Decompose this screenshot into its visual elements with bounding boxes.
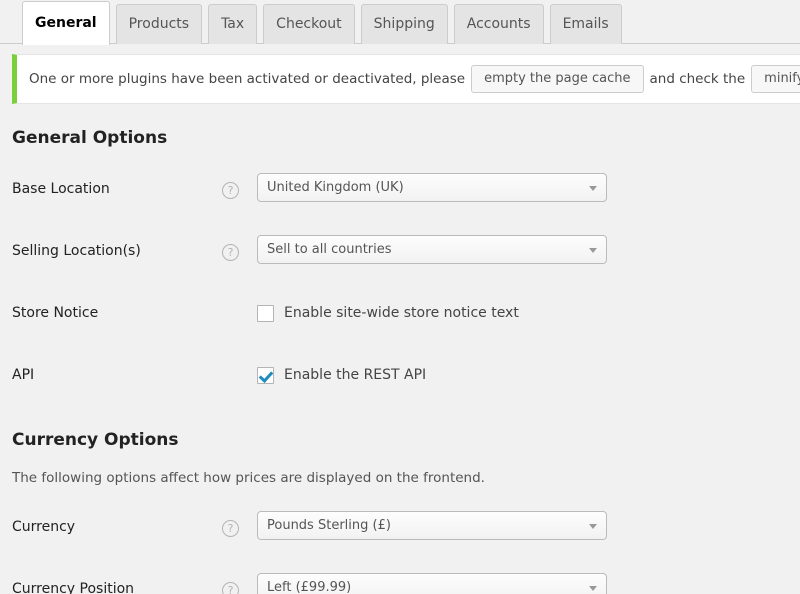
chevron-down-icon [589, 185, 597, 191]
chevron-down-icon [589, 523, 597, 529]
form-row-store-notice: Store Notice Enable site-wide store noti… [12, 282, 800, 344]
form-row-selling-locations: Selling Location(s) ? Sell to all countr… [12, 220, 800, 282]
settings-tab-bar: General Products Tax Checkout Shipping A… [0, 0, 800, 45]
notice-text-middle: and check the [649, 71, 746, 87]
empty-page-cache-button[interactable]: empty the page cache [471, 65, 644, 93]
select-base-location[interactable]: United Kingdom (UK) [257, 173, 607, 202]
label-api: API [12, 367, 35, 383]
currency-options-description: The following options affect how prices … [12, 470, 485, 486]
tab-checkout[interactable]: Checkout [263, 4, 355, 44]
plugin-activation-notice: One or more plugins have been activated … [12, 54, 800, 104]
tab-shipping[interactable]: Shipping [360, 4, 448, 44]
checkbox-api[interactable] [257, 366, 274, 384]
settings-content: General Options Base Location ? United K… [0, 126, 800, 594]
form-row-api: API Enable the REST API [12, 344, 800, 406]
select-currency-position[interactable]: Left (£99.99) [257, 573, 607, 594]
general-options-heading: General Options [12, 128, 168, 148]
help-icon-currency[interactable]: ? [222, 519, 239, 537]
tab-emails[interactable]: Emails [549, 4, 622, 44]
currency-options-heading: Currency Options [12, 430, 179, 450]
select-currency-value: Pounds Sterling (£) [267, 518, 391, 533]
checkbox-row-api: Enable the REST API [257, 366, 800, 384]
checkbox-store-notice[interactable] [257, 304, 274, 322]
label-currency: Currency [12, 519, 76, 535]
label-selling-locations: Selling Location(s) [12, 243, 141, 259]
label-currency-position: Currency Position [12, 581, 135, 594]
checkbox-label-store-notice[interactable]: Enable site-wide store notice text [284, 304, 519, 322]
checkbox-row-store-notice: Enable site-wide store notice text [257, 304, 800, 322]
select-currency[interactable]: Pounds Sterling (£) [257, 511, 607, 540]
tab-general[interactable]: General [22, 1, 110, 45]
form-row-currency-position: Currency Position ? Left (£99.99) [12, 558, 800, 594]
form-row-base-location: Base Location ? United Kingdom (UK) [12, 158, 800, 220]
help-icon-selling-locations[interactable]: ? [222, 243, 239, 261]
chevron-down-icon [589, 585, 597, 591]
currency-options-table: Currency ? Pounds Sterling (£) Currency … [12, 496, 800, 594]
tab-list: General Products Tax Checkout Shipping A… [22, 0, 800, 45]
chevron-down-icon [589, 247, 597, 253]
tab-tax[interactable]: Tax [208, 4, 258, 44]
help-icon-base-location[interactable]: ? [222, 181, 239, 199]
help-icon-currency-position[interactable]: ? [222, 581, 239, 594]
tab-products[interactable]: Products [115, 4, 203, 44]
checkbox-label-api[interactable]: Enable the REST API [284, 366, 426, 384]
label-base-location: Base Location [12, 181, 110, 197]
label-store-notice: Store Notice [12, 305, 99, 321]
notice-text-before: One or more plugins have been activated … [29, 71, 466, 87]
select-base-location-value: United Kingdom (UK) [267, 180, 404, 195]
select-selling-locations[interactable]: Sell to all countries [257, 235, 607, 264]
general-options-table: Base Location ? United Kingdom (UK) Sell… [12, 158, 800, 406]
form-row-currency: Currency ? Pounds Sterling (£) [12, 496, 800, 558]
select-selling-locations-value: Sell to all countries [267, 242, 392, 257]
minify-settings-button[interactable]: minify settings [751, 65, 800, 93]
select-currency-position-value: Left (£99.99) [267, 580, 352, 594]
tab-accounts[interactable]: Accounts [453, 4, 544, 44]
